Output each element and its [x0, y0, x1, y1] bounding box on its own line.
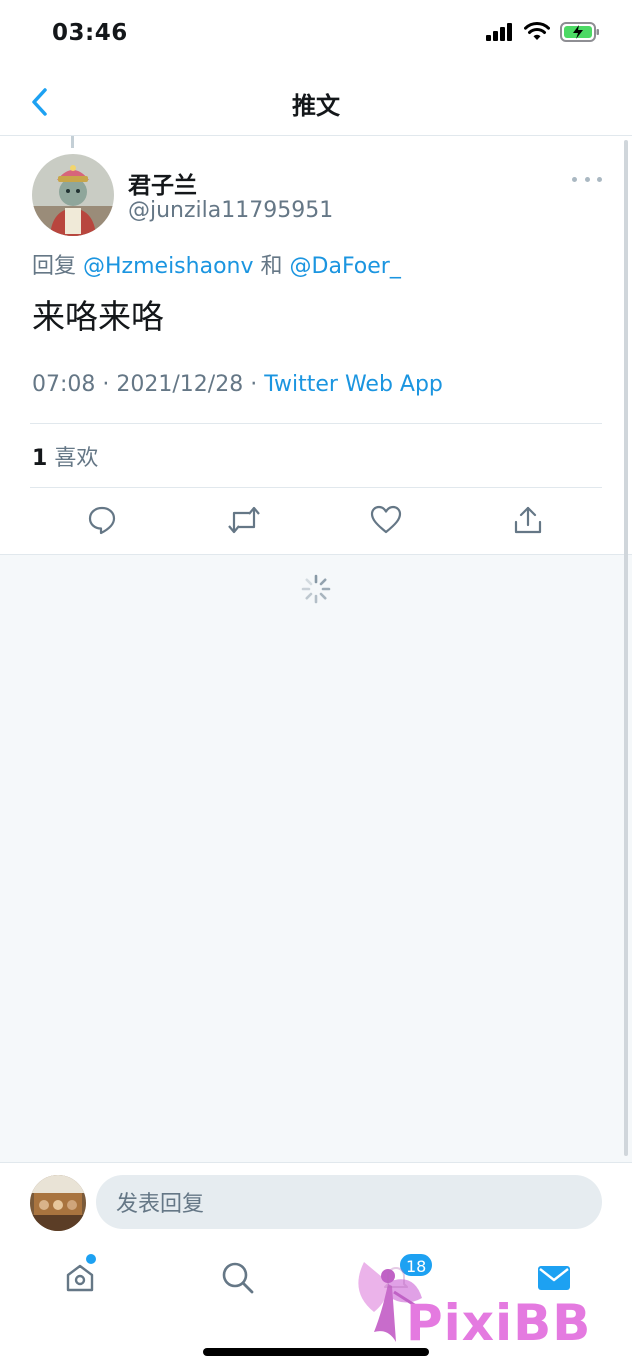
avatar[interactable] — [32, 154, 114, 236]
tab-home[interactable] — [60, 1258, 100, 1298]
share-button[interactable] — [510, 502, 546, 538]
home-indicator — [203, 1348, 429, 1356]
tweet-date: 2021/12/28 — [116, 372, 244, 397]
tab-notifications[interactable] — [376, 1258, 416, 1298]
meta-separator: · — [250, 372, 258, 397]
tweet-source-link[interactable]: Twitter Web App — [264, 372, 443, 397]
tweet-text: 来咯来咯 — [32, 297, 164, 336]
reply-prefix: 回复 — [32, 254, 77, 279]
retweet-icon — [228, 506, 260, 534]
status-time: 03:46 — [52, 20, 128, 46]
user-handle[interactable]: @junzila11795951 — [128, 198, 333, 223]
tweet-time: 07:08 — [32, 372, 96, 397]
reply-bar: 发表回复 — [0, 1162, 632, 1242]
wifi-icon — [524, 22, 550, 40]
battery-charging-icon — [560, 22, 599, 42]
mention-link[interactable]: @DaFoer_ — [290, 254, 401, 279]
home-unread-dot — [86, 1254, 96, 1264]
cellular-signal-icon — [486, 23, 512, 41]
tab-messages[interactable] — [534, 1258, 574, 1298]
scrollbar[interactable] — [624, 140, 628, 1156]
tweet-actions — [0, 488, 632, 554]
more-dot — [584, 176, 590, 182]
home-icon — [66, 1264, 94, 1292]
reply-context: 回复 @Hzmeishaonv 和 @DaFoer_ — [32, 248, 401, 280]
more-dot — [572, 176, 577, 182]
current-user-avatar — [30, 1175, 86, 1231]
likes-stat[interactable]: 1 喜欢 — [32, 440, 98, 472]
avatar-image — [30, 1175, 86, 1231]
search-icon — [222, 1262, 254, 1294]
replies-loading-area — [0, 554, 632, 1162]
like-button[interactable] — [368, 502, 404, 538]
like-label: 喜欢 — [54, 446, 99, 471]
like-icon — [370, 505, 402, 534]
divider — [30, 423, 602, 424]
tab-search[interactable] — [218, 1258, 258, 1298]
more-dot — [597, 176, 602, 182]
meta-separator: · — [102, 372, 110, 397]
loading-spinner-icon — [301, 574, 331, 604]
retweet-button[interactable] — [226, 502, 262, 538]
mention-link[interactable]: @Hzmeishaonv — [83, 254, 253, 279]
tweet-detail: 君子兰 @junzila11795951 回复 @Hzmeishaonv 和 @… — [0, 136, 632, 554]
thread-line — [71, 136, 74, 148]
messages-icon — [538, 1266, 570, 1290]
avatar-image — [32, 154, 114, 236]
page-title: 推文 — [292, 92, 340, 120]
reply-button[interactable] — [84, 502, 120, 538]
nav-bar: 推文 — [0, 68, 632, 136]
reply-joiner: 和 — [260, 254, 283, 279]
reply-icon — [88, 506, 116, 535]
tweet-metadata: 07:08 · 2021/12/28 · Twitter Web App — [32, 372, 443, 397]
reply-input[interactable]: 发表回复 — [96, 1175, 602, 1229]
like-count: 1 — [32, 446, 48, 471]
status-bar: 03:46 — [0, 0, 632, 68]
share-icon — [514, 506, 542, 534]
more-options-button[interactable] — [572, 172, 602, 186]
status-icons — [486, 22, 600, 42]
display-name[interactable]: 君子兰 — [128, 166, 197, 200]
notifications-icon — [384, 1267, 408, 1288]
watermark-text: PixiBB — [406, 1294, 592, 1352]
